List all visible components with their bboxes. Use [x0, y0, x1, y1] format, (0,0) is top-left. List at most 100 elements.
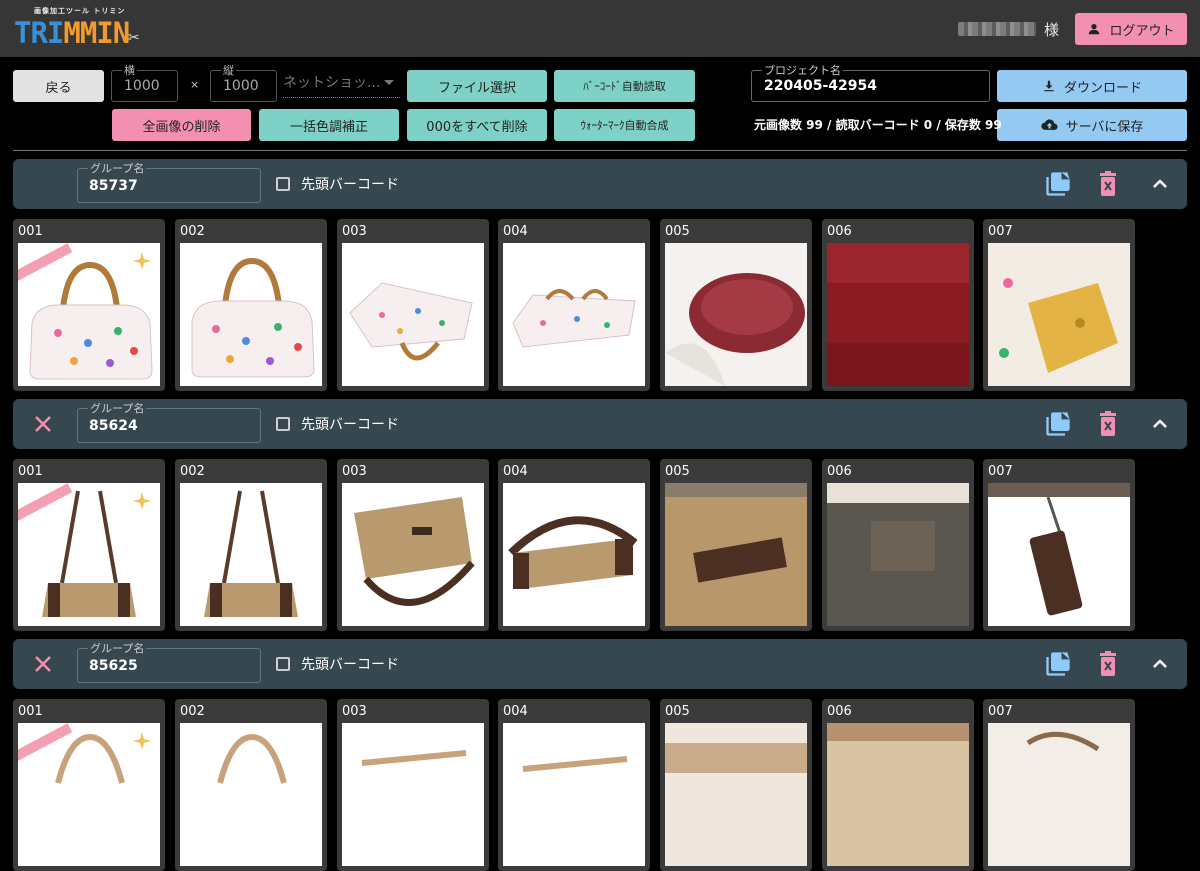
leading-barcode-checkbox[interactable]: [276, 177, 290, 191]
image-card[interactable]: 004: [498, 219, 650, 391]
image-card[interactable]: 006: [822, 219, 974, 391]
image-thumbnail[interactable]: [180, 483, 322, 626]
download-label: ダウンロード: [1063, 80, 1142, 96]
delete-forever-icon[interactable]: [1098, 171, 1118, 197]
image-number: 004: [503, 224, 528, 239]
width-input[interactable]: 横 1000: [111, 62, 178, 102]
image-number: 003: [342, 224, 367, 239]
image-number: 002: [180, 224, 205, 239]
image-card[interactable]: 006: [822, 459, 974, 631]
watermark-auto-button[interactable]: ｳｫｰﾀｰﾏｰｸ自動合成: [554, 109, 695, 141]
group-header: グループ名 85737 先頭バーコード: [13, 159, 1187, 209]
close-icon[interactable]: [33, 654, 53, 674]
image-thumbnail[interactable]: [503, 243, 645, 386]
image-card[interactable]: 007: [983, 459, 1135, 631]
file-select-button[interactable]: ファイル選択: [407, 70, 547, 102]
handbag-photo: [522, 756, 628, 772]
image-thumbnail[interactable]: [827, 723, 969, 866]
handbag-photo: [988, 723, 1130, 866]
preset-select[interactable]: ネットショッ...: [283, 70, 400, 98]
shoulder-bag-photo: [204, 490, 298, 617]
image-number: 004: [503, 464, 528, 479]
image-thumbnail[interactable]: [503, 483, 645, 626]
handbag-interior-photo: [665, 243, 807, 386]
leading-barcode-checkbox[interactable]: [276, 657, 290, 671]
save-to-server-button[interactable]: サーバに保存: [997, 109, 1187, 141]
image-thumbnail[interactable]: [18, 243, 160, 386]
group-name-field[interactable]: グループ名 85624: [77, 400, 261, 443]
delete-all-images-button[interactable]: 全画像の削除: [112, 109, 251, 141]
download-icon: [1044, 80, 1054, 92]
group-name-value: 85737: [89, 178, 138, 194]
image-number: 002: [180, 464, 205, 479]
image-thumbnail[interactable]: [180, 243, 322, 386]
image-thumbnail[interactable]: [988, 483, 1130, 626]
image-card[interactable]: 001: [13, 699, 165, 871]
image-card[interactable]: 005: [660, 459, 812, 631]
image-number: 003: [342, 704, 367, 719]
file-copy-icon[interactable]: [1044, 410, 1072, 438]
image-card[interactable]: 002: [175, 219, 327, 391]
leading-barcode-checkbox[interactable]: [276, 417, 290, 431]
image-card[interactable]: 002: [175, 459, 327, 631]
image-card[interactable]: 002: [175, 699, 327, 871]
image-card[interactable]: 001: [13, 459, 165, 631]
chevron-up-icon[interactable]: [1151, 175, 1169, 193]
image-card[interactable]: 003: [337, 219, 489, 391]
chevron-up-icon[interactable]: [1151, 655, 1169, 673]
image-thumbnail[interactable]: [180, 723, 322, 866]
canvas-closeup-photo: [665, 483, 807, 626]
group-name-field[interactable]: グループ名 85737: [77, 160, 261, 203]
logout-button[interactable]: ログアウト: [1075, 13, 1187, 45]
height-value: 1000: [223, 78, 259, 94]
preset-value: ネットショッ...: [283, 75, 381, 91]
image-thumbnail[interactable]: [665, 243, 807, 386]
chevron-up-icon[interactable]: [1151, 415, 1169, 433]
image-card[interactable]: 004: [498, 699, 650, 871]
barcode-auto-read-button[interactable]: ﾊﾞｰｺｰﾄﾞ自動読取: [554, 70, 695, 102]
image-thumbnail[interactable]: [665, 723, 807, 866]
image-thumbnail[interactable]: [665, 483, 807, 626]
image-thumbnail[interactable]: [988, 243, 1130, 386]
save-to-server-label: サーバに保存: [1065, 119, 1144, 135]
image-number: 005: [665, 704, 690, 719]
stats-summary: 元画像数 99 / 読取バーコード 0 / 保存数 99: [754, 118, 1002, 132]
image-card[interactable]: 007: [983, 699, 1135, 871]
shoulder-bag-photo: [508, 516, 638, 589]
image-card[interactable]: 006: [822, 699, 974, 871]
delete-forever-icon[interactable]: [1098, 411, 1118, 437]
sparkle-icon: [133, 252, 151, 270]
image-thumbnail[interactable]: [342, 483, 484, 626]
handbag-photo: [361, 750, 467, 766]
image-card[interactable]: 005: [660, 699, 812, 871]
project-name-field[interactable]: プロジェクト名 220405-42954: [751, 62, 990, 102]
file-copy-icon[interactable]: [1044, 650, 1072, 678]
image-card[interactable]: 003: [337, 699, 489, 871]
image-card[interactable]: 005: [660, 219, 812, 391]
image-card[interactable]: 001: [13, 219, 165, 391]
image-thumbnail[interactable]: [342, 723, 484, 866]
file-copy-icon[interactable]: [1044, 170, 1072, 198]
image-thumbnail[interactable]: [827, 243, 969, 386]
delete-forever-icon[interactable]: [1098, 651, 1118, 677]
image-thumbnail[interactable]: [18, 723, 160, 866]
interior-label-photo: [827, 483, 969, 626]
delete-all-000-button[interactable]: 000をすべて削除: [407, 109, 547, 141]
image-thumbnail[interactable]: [342, 243, 484, 386]
image-card[interactable]: 004: [498, 459, 650, 631]
image-thumbnail[interactable]: [827, 483, 969, 626]
height-input[interactable]: 縦 1000: [210, 62, 277, 102]
bulk-color-correct-button[interactable]: 一括色調補正: [259, 109, 399, 141]
image-card[interactable]: 007: [983, 219, 1135, 391]
image-thumbnail[interactable]: [988, 723, 1130, 866]
image-number: 005: [665, 464, 690, 479]
group-name-field[interactable]: グループ名 85625: [77, 640, 261, 683]
image-card[interactable]: 003: [337, 459, 489, 631]
image-thumbnail[interactable]: [18, 483, 160, 626]
image-thumbnail[interactable]: [503, 723, 645, 866]
image-number: 001: [18, 704, 43, 719]
back-button[interactable]: 戻る: [13, 70, 104, 102]
close-icon[interactable]: [33, 414, 53, 434]
group-name-value: 85624: [89, 418, 138, 434]
download-button[interactable]: ダウンロード: [997, 70, 1187, 102]
